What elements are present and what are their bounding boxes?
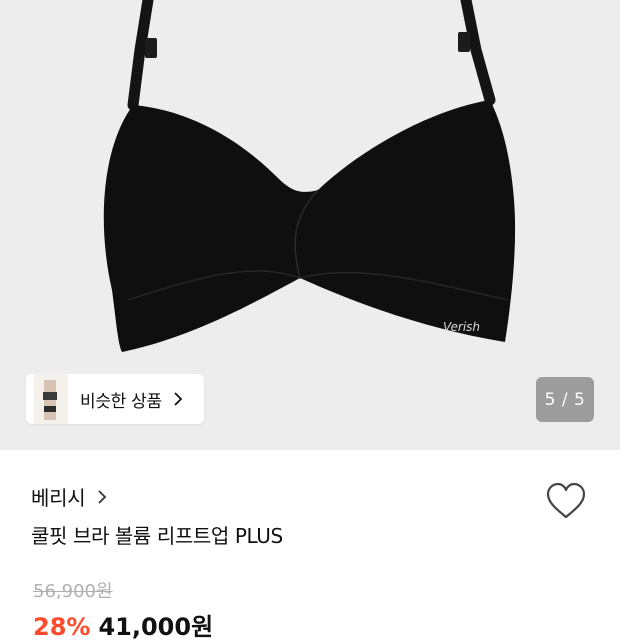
brand-link[interactable]: 베리시 (31, 482, 109, 511)
product-logo: Verish (443, 320, 480, 334)
price-row: 28% 41,000원 (33, 607, 213, 642)
original-price: 56,900원 (33, 581, 113, 602)
similar-product-thumbnail (34, 374, 68, 424)
brand-name: 베리시 (31, 486, 86, 510)
image-pager: 5 / 5 (536, 377, 594, 422)
sale-price: 41,000원 (98, 613, 214, 641)
product-title: 쿨핏 브라 볼륨 리프트업 PLUS (31, 524, 283, 548)
chevron-right-icon (98, 489, 107, 504)
similar-products-button[interactable]: 비슷한 상품 (26, 374, 204, 424)
heart-outline-icon[interactable] (545, 482, 587, 520)
chevron-right-icon (174, 392, 183, 406)
discount-rate: 28% (33, 613, 91, 641)
similar-products-label: 비슷한 상품 (80, 391, 162, 412)
product-image-area[interactable]: Verish 비슷한 상품 5 / 5 (0, 0, 620, 450)
